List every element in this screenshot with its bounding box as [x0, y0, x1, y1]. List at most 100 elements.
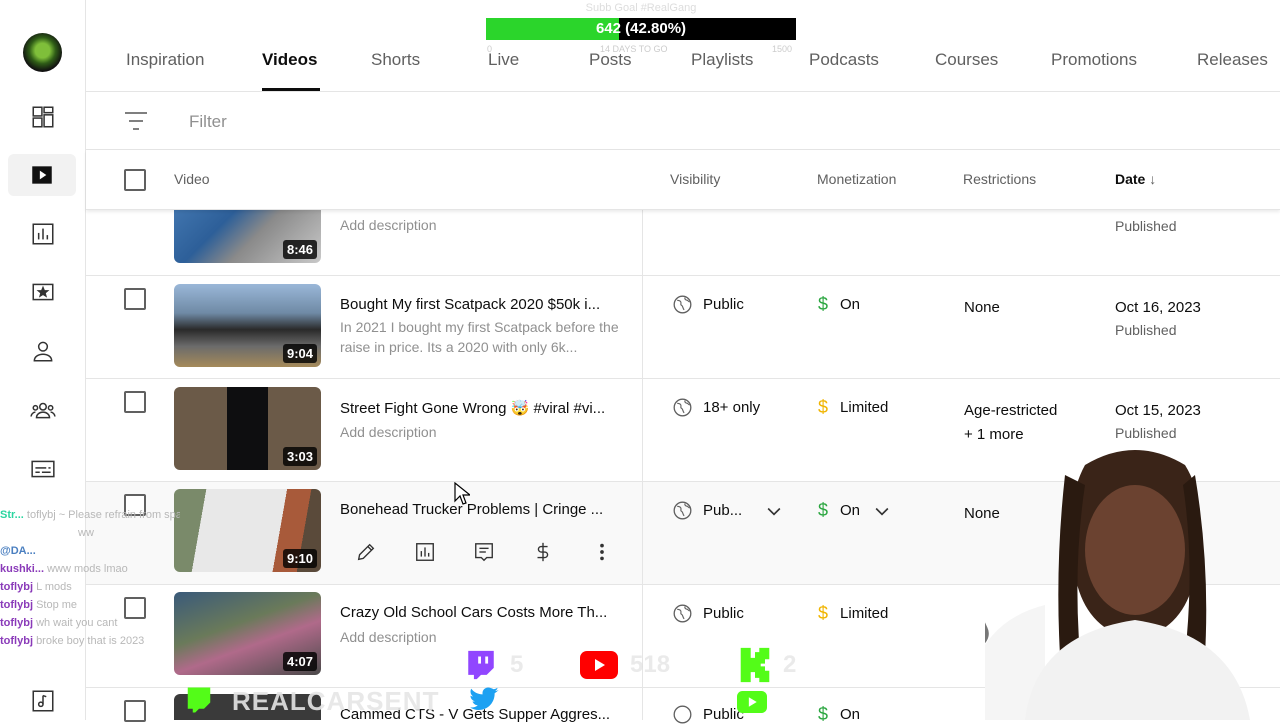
- chat-message: toflybj Stop me: [0, 599, 78, 611]
- chat-message: @DA...: [0, 545, 36, 557]
- chat-message: toflybj L mods: [0, 581, 72, 593]
- tab-promotions[interactable]: Promotions: [1051, 50, 1137, 70]
- globe-icon: [673, 604, 692, 623]
- visibility-value: Pub...: [703, 502, 743, 519]
- dashboard-icon[interactable]: [22, 96, 64, 138]
- video-description[interactable]: Add description: [340, 215, 625, 235]
- date-cell: Oct 16, 2023 Published: [1115, 296, 1201, 342]
- sub-goal-days: 14 DAYS TO GO: [600, 44, 668, 54]
- webcam-overlay: [985, 450, 1250, 720]
- chat-message: kushki... www mods lmao: [0, 563, 128, 575]
- filter-icon[interactable]: [124, 110, 148, 132]
- twitch-icon: [187, 687, 211, 713]
- edit-pencil-icon[interactable]: [354, 540, 378, 564]
- chat-message: toflybj wh wait you cant: [0, 617, 118, 629]
- chevron-down-icon[interactable]: [872, 501, 892, 521]
- column-divider: [642, 276, 643, 378]
- video-duration: 8:46: [282, 240, 317, 259]
- globe-icon: [673, 501, 692, 520]
- column-divider: [642, 482, 643, 584]
- video-title[interactable]: Bought My first Scatpack 2020 $50k i...: [340, 296, 625, 313]
- filter-bar: Filter: [86, 92, 1280, 150]
- video-description: In 2021 I bought my first Scatpack befor…: [340, 319, 619, 355]
- dollar-icon: $: [818, 294, 829, 314]
- column-divider: [642, 379, 643, 481]
- video-title[interactable]: Crazy Old School Cars Costs More Th...: [340, 604, 625, 621]
- restrictions-more[interactable]: + 1 more: [964, 423, 1057, 447]
- monetization-cell[interactable]: $ Limited: [818, 397, 888, 418]
- community-icon[interactable]: [22, 271, 64, 313]
- video-description[interactable]: Add description: [340, 422, 625, 442]
- video-duration: 3:03: [282, 447, 317, 466]
- monetization-cell[interactable]: $ On: [818, 294, 860, 315]
- monetization-cell[interactable]: $ Limited: [818, 603, 888, 624]
- globe-icon: [673, 398, 692, 417]
- video-description[interactable]: Add description: [340, 627, 625, 647]
- video-title[interactable]: Street Fight Gone Wrong 🤯 #viral #vi...: [340, 399, 625, 417]
- twitch-viewer-count: 5: [510, 651, 524, 678]
- video-date: Oct 16, 2023: [1115, 299, 1201, 316]
- sub-goal-bar: 642 (42.80%): [486, 18, 796, 40]
- video-title[interactable]: Bonehead Trucker Problems | Cringe ...: [340, 501, 625, 518]
- comments-icon[interactable]: [472, 540, 496, 564]
- visibility-dropdown[interactable]: Pub...: [672, 500, 784, 521]
- kick-icon: [740, 647, 770, 683]
- tab-releases[interactable]: Releases: [1197, 50, 1268, 70]
- video-status: Published: [1115, 425, 1177, 441]
- youtube-viewer-count: 518: [630, 651, 671, 678]
- video-thumbnail[interactable]: 9:10: [174, 489, 321, 572]
- video-duration: 9:04: [282, 344, 317, 363]
- column-date[interactable]: Date ↓: [1115, 171, 1156, 187]
- audience-icon[interactable]: [22, 389, 64, 431]
- channel-banner-text: REALCARSENT: [232, 686, 440, 716]
- tab-videos[interactable]: Videos: [262, 50, 317, 70]
- monetization-value: On: [840, 296, 861, 313]
- visibility-cell[interactable]: Public: [672, 294, 744, 315]
- stream-chat-overlay: Str... toflybj ~ Please refrain from spa…: [0, 506, 180, 650]
- sub-goal-progress: 642 (42.80%): [595, 20, 687, 37]
- dollar-icon: $: [818, 500, 829, 520]
- tab-inspiration[interactable]: Inspiration: [126, 50, 204, 70]
- tab-live[interactable]: Live: [488, 50, 519, 70]
- video-status: Published: [1115, 218, 1177, 234]
- restrictions-value: None: [964, 299, 1000, 316]
- table-row[interactable]: 9:04 Bought My first Scatpack 2020 $50k …: [86, 276, 1280, 379]
- twitch-icon: [468, 650, 494, 680]
- row-checkbox[interactable]: [124, 391, 146, 413]
- sort-down-icon: ↓: [1149, 171, 1157, 187]
- analytics-icon[interactable]: [22, 213, 64, 255]
- video-thumbnail[interactable]: 9:04: [174, 284, 321, 367]
- analytics-icon[interactable]: [413, 540, 437, 564]
- monetization-icon[interactable]: [531, 540, 555, 564]
- monetization-dropdown[interactable]: $ On: [818, 500, 892, 521]
- chat-message: Str... toflybj ~ Please refrain from spa…: [0, 509, 180, 521]
- tab-courses[interactable]: Courses: [935, 50, 998, 70]
- tab-shorts[interactable]: Shorts: [371, 50, 420, 70]
- person-icon[interactable]: [22, 330, 64, 372]
- column-restrictions[interactable]: Restrictions: [963, 171, 1036, 187]
- channel-avatar[interactable]: [23, 33, 62, 72]
- column-visibility[interactable]: Visibility: [670, 171, 720, 187]
- video-thumbnail[interactable]: 3:03: [174, 387, 321, 470]
- visibility-cell[interactable]: Public: [672, 603, 744, 624]
- sub-goal-min: 0: [487, 44, 493, 54]
- filter-input[interactable]: Filter: [189, 112, 227, 132]
- select-all-checkbox[interactable]: [124, 169, 146, 191]
- row-checkbox[interactable]: [124, 288, 146, 310]
- column-monetization[interactable]: Monetization: [817, 171, 896, 187]
- row-actions: [354, 540, 614, 564]
- row-checkbox[interactable]: [124, 700, 146, 722]
- chat-message: ww: [78, 527, 94, 539]
- visibility-cell[interactable]: 18+ only: [672, 397, 760, 418]
- tab-podcasts[interactable]: Podcasts: [809, 50, 879, 70]
- chevron-down-icon[interactable]: [764, 501, 784, 521]
- content-icon[interactable]: [8, 154, 76, 196]
- sub-goal-label: Subb Goal #RealGang: [585, 2, 697, 14]
- visibility-value: 18+ only: [703, 399, 761, 416]
- audio-library-icon[interactable]: [22, 680, 64, 722]
- tab-playlists[interactable]: Playlists: [691, 50, 753, 70]
- restrictions-cell[interactable]: Age-restricted + 1 more: [964, 399, 1057, 447]
- subtitles-icon[interactable]: [22, 448, 64, 490]
- more-options-icon[interactable]: [590, 540, 614, 564]
- active-tab-indicator: [262, 88, 320, 91]
